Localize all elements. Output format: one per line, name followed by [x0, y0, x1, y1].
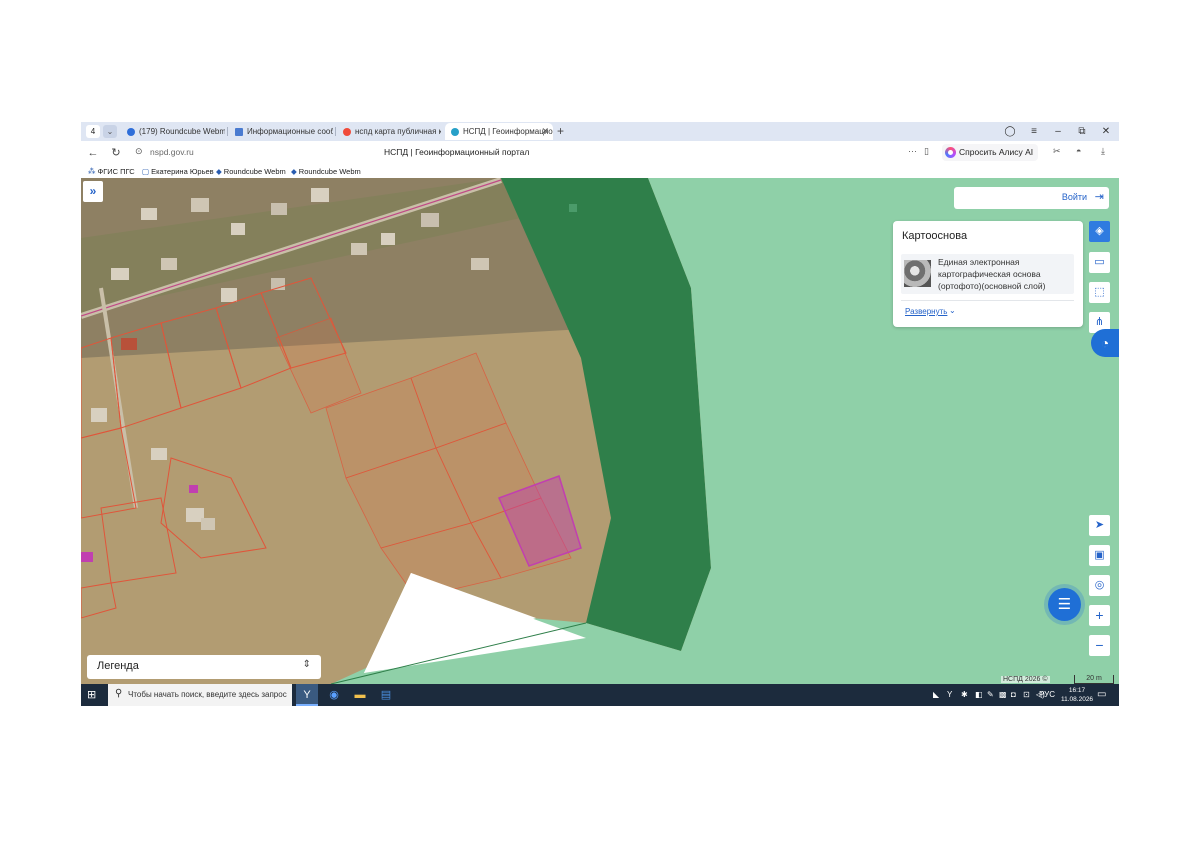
file-explorer-icon[interactable]: ▬ — [349, 684, 371, 706]
tray-app-icon[interactable]: ▩ — [999, 690, 1007, 699]
legend-selector[interactable]: Легенда ⇕ — [87, 655, 321, 679]
yandex-icon — [343, 127, 351, 136]
roundcube-icon: ◆ — [291, 167, 297, 176]
login-icon: ⇥ — [1094, 191, 1104, 203]
ruler-tool-button[interactable]: ▭ — [1089, 252, 1110, 273]
extension-icon[interactable]: ✂ — [1053, 146, 1061, 157]
taskbar-clock[interactable]: 16:17 11.08.2026 — [1061, 686, 1093, 704]
nspd-icon — [451, 127, 459, 136]
bookmark-site-icon: ⁂ — [88, 167, 96, 176]
bookmark-roundcube-1[interactable]: ◆ Roundcube Webm — [216, 165, 286, 178]
tab-search-nspd[interactable]: нспд карта публичная ка — [337, 123, 441, 140]
ask-alice-button[interactable]: Спросить Алису AI — [942, 144, 1039, 161]
bookmark-ekaterina[interactable]: ▢ Екатерина Юрьев — [142, 165, 214, 178]
tab-roundcube[interactable]: (179) Roundcube Webmail — [121, 123, 225, 140]
new-tab-button[interactable]: + — [557, 123, 564, 140]
expand-sidebar-button[interactable]: » — [83, 181, 103, 202]
tab-separator — [227, 127, 228, 136]
parcel-marker — [189, 485, 198, 493]
assistant-bubble-button[interactable]: ◔ — [1091, 329, 1119, 357]
close-window-icon[interactable]: ✕ — [1097, 122, 1115, 141]
more-icon[interactable]: ··· — [908, 146, 917, 156]
basemap-layer-item[interactable]: Единая электронная картографическая осно… — [901, 254, 1074, 294]
reload-icon[interactable]: ↻ — [108, 144, 124, 162]
tray-app-icon[interactable]: Y — [947, 690, 952, 699]
language-indicator[interactable]: РУС — [1039, 690, 1055, 699]
screenshot-frame: 4 ⌄ (179) Roundcube Webmail Информационн… — [81, 122, 1119, 706]
tray-app-icon[interactable]: ◘ — [1011, 690, 1016, 699]
select-area-tool-button[interactable]: ⬚ — [1089, 282, 1110, 303]
tab-strip: 4 ⌄ (179) Roundcube Webmail Информационн… — [81, 122, 1119, 141]
pocket-icon[interactable]: ◓ — [1076, 146, 1081, 156]
address-bar: ← ↻ ⊙ nspd.gov.ru НСПД | Геоинформационн… — [81, 141, 1119, 165]
expand-link[interactable]: Развернуть — [905, 307, 947, 316]
menu-icon[interactable]: ≡ — [1025, 122, 1043, 141]
roundcube-icon — [127, 127, 135, 136]
document-icon: ▢ — [142, 167, 150, 176]
geolocation-button[interactable]: ◎ — [1089, 575, 1110, 596]
url-field[interactable]: nspd.gov.ru — [150, 147, 194, 157]
map-view[interactable]: » Войти ⇥ Картооснова Единая электронная… — [81, 178, 1119, 684]
tray-app-icon[interactable]: ◣ — [933, 690, 939, 699]
zoom-out-button[interactable]: − — [1089, 635, 1110, 656]
roundcube-icon: ◆ — [216, 167, 222, 176]
divider — [901, 300, 1074, 301]
minimize-icon[interactable]: – — [1049, 122, 1067, 141]
tab-info-messages[interactable]: Информационные сообщ — [229, 123, 333, 140]
map-feature-marker — [569, 204, 577, 212]
tray-app-icon[interactable]: ✱ — [961, 690, 968, 699]
windows-start-icon[interactable]: ⊞ — [87, 688, 96, 701]
layers-tool-button[interactable]: ◈ — [1089, 221, 1110, 242]
zoom-in-button[interactable]: + — [1089, 605, 1110, 626]
updown-chevron-icon: ⇕ — [302, 659, 311, 670]
alice-icon — [945, 147, 956, 158]
browser-taskbar-icon[interactable]: ◉ — [323, 684, 345, 706]
yandex-browser-taskbar-icon[interactable]: Y — [296, 684, 318, 706]
tab-separator — [335, 127, 336, 136]
minimap-button[interactable]: ▣ — [1089, 545, 1110, 566]
bookmark-roundcube-2[interactable]: ◆ Roundcube Webm — [291, 165, 361, 178]
windows-taskbar: ⊞ ⚲ Чтобы начать поиск, введите здесь за… — [81, 684, 1119, 706]
site-info-icon[interactable]: ⊙ — [135, 146, 143, 157]
tray-app-icon[interactable]: ◧ — [975, 690, 983, 699]
taskbar-search-box[interactable]: ⚲ Чтобы начать поиск, введите здесь запр… — [108, 684, 292, 706]
map-copyright: НСПД 2026 © — [1001, 676, 1050, 683]
parcel-marker — [81, 552, 93, 562]
info-site-icon — [235, 127, 243, 136]
chat-button[interactable]: ☰ — [1048, 588, 1081, 621]
locate-button[interactable]: ➤ — [1089, 515, 1110, 536]
search-icon: ⚲ — [115, 688, 123, 699]
tray-app-icon[interactable]: ✎ — [987, 690, 994, 699]
scale-bar: 20 m — [1074, 675, 1114, 684]
tab-list-chevron-icon[interactable]: ⌄ — [103, 125, 117, 138]
tab-count-badge[interactable]: 4 — [86, 125, 100, 138]
network-icon[interactable]: ⊡ — [1023, 690, 1030, 699]
panel-title: Картооснова — [902, 230, 968, 242]
bookmarks-bar: ⁂ ФГИС ПГС ▢ Екатерина Юрьев ◆ Roundcube We… — [81, 165, 1119, 178]
bookmark-fgis[interactable]: ⁂ ФГИС ПГС — [88, 165, 135, 178]
download-icon[interactable]: ⤓ — [1101, 146, 1105, 157]
word-icon[interactable]: ▤ — [375, 684, 397, 706]
profile-icon[interactable]: ◯ — [1001, 122, 1019, 141]
tab-nspd-portal[interactable]: НСПД | Геоинформацио ✕ — [445, 123, 553, 140]
page-title: НСПД | Геоинформационный портал — [384, 147, 530, 157]
chevron-down-icon[interactable]: ⌄ — [949, 306, 956, 315]
back-arrow-icon[interactable]: ← — [85, 144, 101, 162]
basemap-panel: Картооснова Единая электронная картограф… — [893, 221, 1083, 327]
close-tab-icon[interactable]: ✕ — [541, 123, 549, 140]
login-button[interactable]: Войти ⇥ — [954, 187, 1109, 209]
layer-name: Единая электронная картографическая осно… — [938, 257, 1046, 291]
bookmark-icon[interactable]: ▯ — [924, 146, 929, 157]
restore-icon[interactable]: ⧉ — [1073, 122, 1091, 141]
layer-thumbnail — [904, 260, 931, 287]
notifications-icon[interactable]: ▭ — [1097, 689, 1106, 700]
